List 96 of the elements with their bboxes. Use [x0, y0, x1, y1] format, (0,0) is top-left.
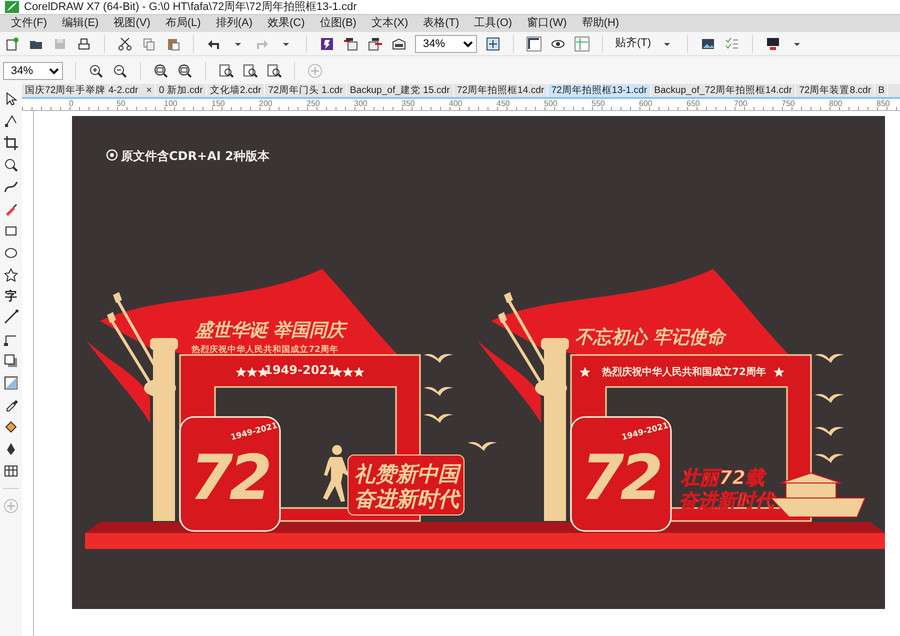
table-tool-icon[interactable] [3, 463, 19, 479]
ruler-label: 850 [876, 99, 890, 108]
bird-drawing [468, 442, 497, 451]
new-document-icon[interactable] [4, 36, 20, 52]
menu-item[interactable]: 布局(L) [158, 15, 209, 32]
headline-text: 不忘初心 牢记使命 [574, 327, 726, 348]
zoom-width-icon[interactable] [242, 63, 258, 79]
transparency-tool-icon[interactable] [3, 375, 19, 391]
ruler-label: 400 [449, 99, 462, 108]
ellipse-tool-icon[interactable] [3, 245, 19, 261]
rulers-icon[interactable] [526, 36, 542, 52]
menu-item[interactable]: 文本(X) [364, 15, 416, 32]
menu-item[interactable]: 文件(F) [4, 15, 56, 32]
ruler-label: 500 [544, 99, 558, 108]
bird-drawing [815, 454, 844, 463]
fill-tool-icon[interactable] [3, 419, 19, 435]
ruler-label: 650 [686, 99, 700, 108]
ruler-label: 100 [164, 99, 178, 108]
slogan-text: 壮丽72载 [681, 467, 764, 489]
menu-item[interactable]: 编辑(E) [55, 15, 107, 32]
zoom-out-icon[interactable] [112, 63, 128, 79]
ruler-label: 550 [592, 99, 605, 108]
guides-icon[interactable] [574, 36, 590, 52]
bird-drawing [424, 387, 453, 396]
document-tab[interactable]: 72周年拍照框13-1.cdr [548, 84, 652, 97]
curve-tool-icon[interactable] [3, 179, 19, 195]
subtitle-text: 热烈庆祝中华人民共和国成立72周年 [602, 367, 766, 378]
number-text: 72 [190, 441, 268, 514]
menu-item[interactable]: 效果(C) [260, 15, 313, 32]
document-tab[interactable]: Backup_of_72周年拍照框14.cdr [651, 84, 796, 97]
bird-drawing [424, 354, 453, 363]
menu-item[interactable]: 视图(V) [106, 15, 158, 32]
document-tab[interactable]: Backup_of_建党 15.cdr [346, 84, 454, 97]
menu-item[interactable]: 工具(O) [467, 15, 520, 32]
document-tab[interactable]: 72周年门头 1.cdr [265, 84, 347, 97]
snap-to-menu[interactable]: 贴齐(T) [615, 35, 652, 52]
bird-drawing [815, 394, 844, 403]
note-text: 原文件含CDR+AI 2种版本 [121, 149, 270, 163]
document-tab[interactable]: 国庆72周年手举牌 4-2.cdr × [22, 84, 156, 97]
scissors-icon[interactable] [117, 36, 133, 52]
zoom-all-icon[interactable] [177, 63, 193, 79]
menu-item[interactable]: 位图(B) [312, 15, 364, 32]
year-range-text: 1949-2021 [264, 363, 336, 377]
bird-drawing [424, 414, 453, 423]
headline-text: 盛世华诞 举国同庆 [194, 320, 346, 341]
menu-item[interactable]: 帮助(H) [574, 15, 628, 32]
zoom-page-icon[interactable] [218, 63, 234, 79]
ruler-label: 450 [496, 99, 510, 108]
number-text: 72 [581, 441, 660, 514]
menu-item[interactable]: 窗口(W) [520, 15, 575, 32]
zoom-level-dropdown[interactable]: 34% [3, 62, 63, 80]
slogan-text: 奋进新时代 [354, 487, 459, 511]
ruler-label: 50 [116, 99, 126, 108]
window-title: CorelDRAW X7 (64-Bit) - G:\0 HT\fafa\72周年\72周年拍照框13-1.cdr [24, 0, 357, 15]
subtitle-text: 热烈庆祝中华人民共和国成立72周年 [192, 345, 338, 355]
bird-drawing [815, 354, 844, 363]
monitor-icon[interactable] [765, 36, 782, 52]
document-tab[interactable]: 0 新加.cdr [156, 84, 207, 97]
zoom-in-icon[interactable] [88, 63, 104, 79]
import-icon[interactable] [343, 36, 359, 52]
document-tab[interactable]: 72周年装置8.cdr [796, 84, 876, 97]
star-tool-icon[interactable] [3, 267, 19, 283]
ruler-label: 750 [782, 99, 795, 108]
close-tab-icon[interactable]: × [146, 85, 152, 96]
document-tab[interactable]: 文化墙2.cdr [206, 84, 266, 97]
copy-icon[interactable] [141, 36, 157, 52]
crop-tool-icon[interactable] [3, 135, 19, 151]
ruler-label: 700 [734, 99, 748, 108]
document-tab[interactable]: B [875, 84, 888, 97]
print-icon[interactable] [76, 36, 92, 52]
menu-item[interactable]: 排列(A) [208, 15, 261, 32]
ruler-label: 350 [402, 99, 415, 108]
app-launcher-icon[interactable] [319, 36, 335, 52]
stars-icon [580, 367, 590, 377]
ruler-label: 200 [259, 99, 272, 108]
ruler-label: 600 [639, 99, 652, 108]
ruler-label: 0 [69, 99, 74, 108]
bird-drawing [815, 427, 844, 436]
export-icon[interactable] [367, 36, 383, 52]
ruler-label: 300 [354, 99, 368, 108]
line-tool-icon[interactable] [3, 309, 19, 325]
ruler-label: 800 [829, 99, 842, 108]
stars-icon [774, 367, 784, 377]
zoom-level-dropdown[interactable]: 34% [415, 34, 477, 52]
checklist-icon[interactable] [724, 36, 740, 52]
zoom-selection-icon[interactable] [153, 63, 169, 79]
shadow-tool-icon[interactable] [3, 353, 19, 369]
menu-item[interactable]: 表格(T) [416, 15, 468, 32]
shape-tool-icon[interactable] [3, 113, 19, 129]
ruler-label: 250 [306, 99, 320, 108]
text-tool[interactable]: 字 [5, 289, 17, 303]
zoom-tool-icon[interactable] [3, 157, 19, 173]
zoom-height-icon[interactable] [266, 63, 282, 79]
slogan-text: 礼赞新中国 [354, 462, 459, 486]
ruler-label: 150 [212, 99, 225, 108]
full-screen-icon[interactable] [485, 36, 501, 52]
